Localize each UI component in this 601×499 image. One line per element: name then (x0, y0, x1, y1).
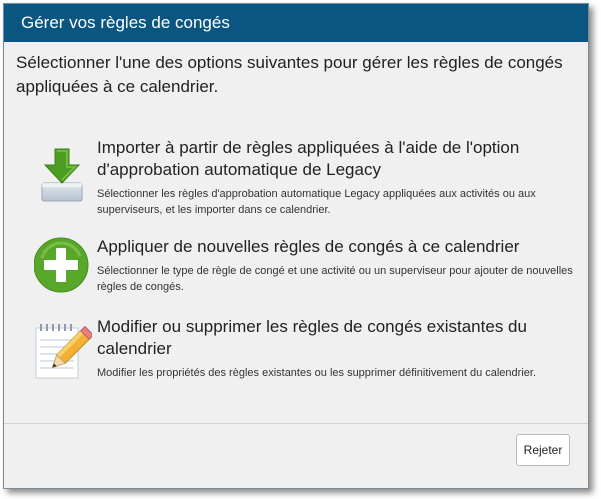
option-description: Sélectionner le type de règle de congé e… (97, 265, 573, 293)
reject-button[interactable]: Rejeter (516, 434, 570, 466)
manage-leave-rules-dialog: Gérer vos règles de congés Sélectionner … (3, 3, 589, 489)
option-description: Sélectionner les règles d'approbation au… (97, 188, 536, 216)
option-description: Modifier les propriétés des règles exist… (97, 367, 536, 379)
download-icon (34, 147, 92, 205)
option-title: Appliquer de nouvelles règles de congés … (97, 237, 520, 256)
add-icon (33, 236, 92, 294)
footer-divider (4, 423, 588, 424)
option-title: Modifier ou supprimer les règles de cong… (97, 317, 527, 358)
option-title: Importer à partir de règles appliquées à… (97, 138, 520, 179)
dialog-title: Gérer vos règles de congés (4, 4, 588, 42)
intro-text: Sélectionner l'une des options suivantes… (16, 53, 563, 96)
edit-icon (34, 322, 95, 380)
